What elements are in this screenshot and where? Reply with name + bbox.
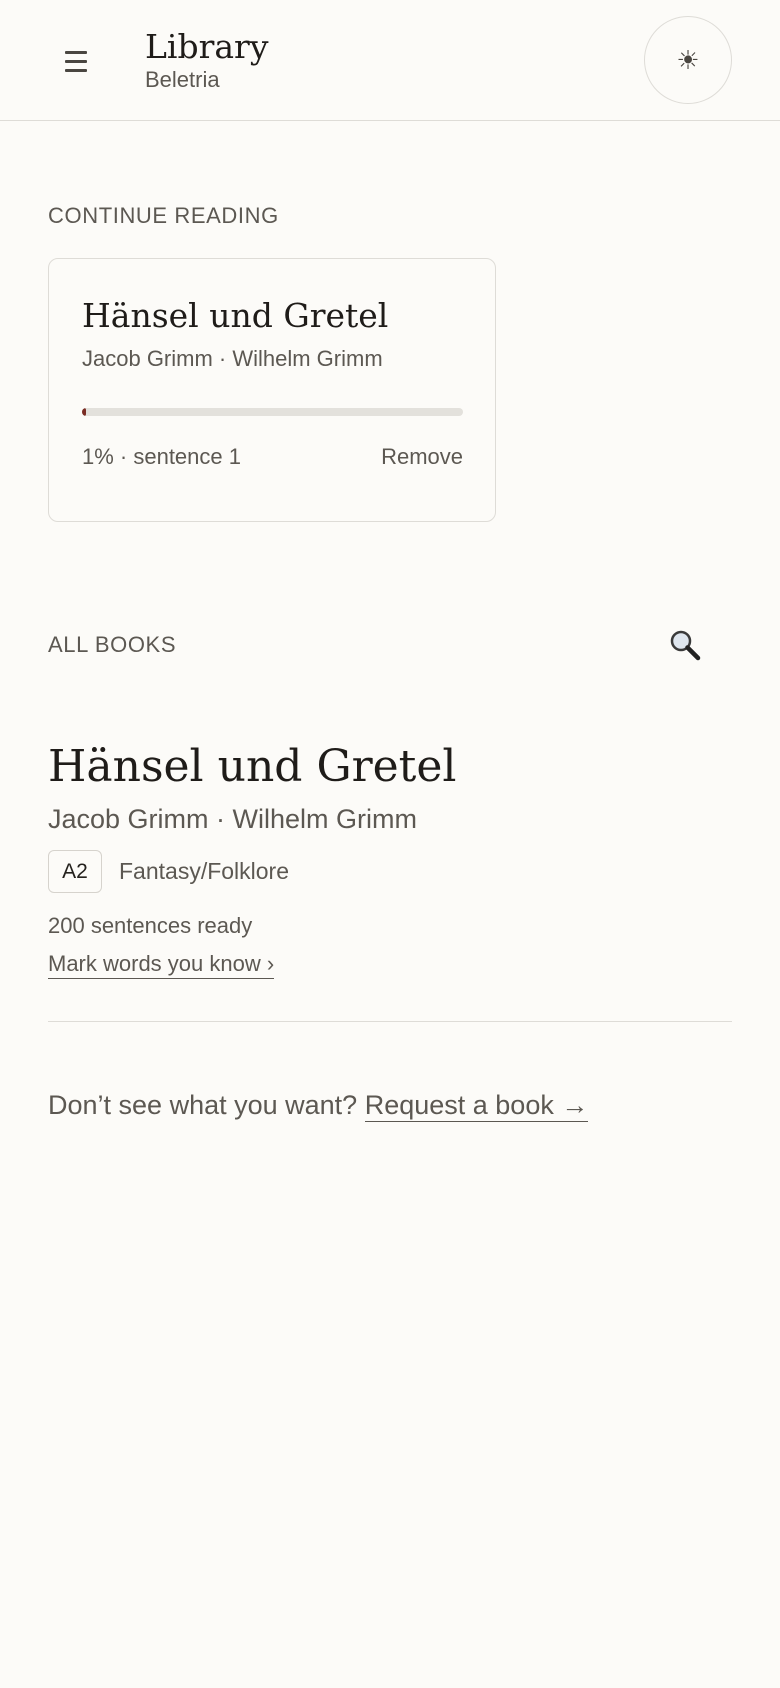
reading-progress-fill xyxy=(82,408,86,416)
continue-reading-heading: CONTINUE READING xyxy=(48,203,279,228)
page-title: Library xyxy=(145,27,269,66)
sentences-ready-count: 200 sentences ready xyxy=(48,913,253,938)
book-title[interactable]: Hänsel und Gretel xyxy=(48,741,456,793)
card-book-authors: Jacob Grimm · Wilhelm Grimm xyxy=(82,346,383,371)
search-icon[interactable] xyxy=(660,622,710,668)
theme-toggle-button[interactable]: ☀ xyxy=(644,16,732,104)
mark-words-link[interactable]: Mark words you know › xyxy=(48,951,275,979)
request-book-line: Don’t see what you want? Request a book … xyxy=(48,1090,589,1122)
request-book-link[interactable]: Request a book → xyxy=(364,1090,589,1122)
book-authors: Jacob Grimm · Wilhelm Grimm xyxy=(48,804,417,834)
title-block: Library Beletria xyxy=(145,28,268,93)
sun-icon: ☀ xyxy=(676,44,700,75)
remove-button[interactable]: Remove xyxy=(381,444,463,470)
page-subtitle: Beletria xyxy=(145,67,220,92)
request-prompt: Don’t see what you want? xyxy=(48,1090,358,1120)
app-header: Library Beletria ☀ xyxy=(0,0,780,121)
level-badge: A2 xyxy=(48,850,102,893)
all-books-heading: ALL BOOKS xyxy=(48,632,177,657)
reading-progress-bar xyxy=(82,408,463,416)
book-genre: Fantasy/Folklore xyxy=(119,858,290,884)
card-book-title: Hänsel und Gretel xyxy=(82,296,389,335)
divider xyxy=(48,1021,732,1022)
hamburger-menu-icon[interactable] xyxy=(54,44,98,78)
continue-reading-card[interactable]: Hänsel und Gretel Jacob Grimm · Wilhelm … xyxy=(48,258,496,522)
card-progress-status: 1% · sentence 1 xyxy=(82,444,241,469)
